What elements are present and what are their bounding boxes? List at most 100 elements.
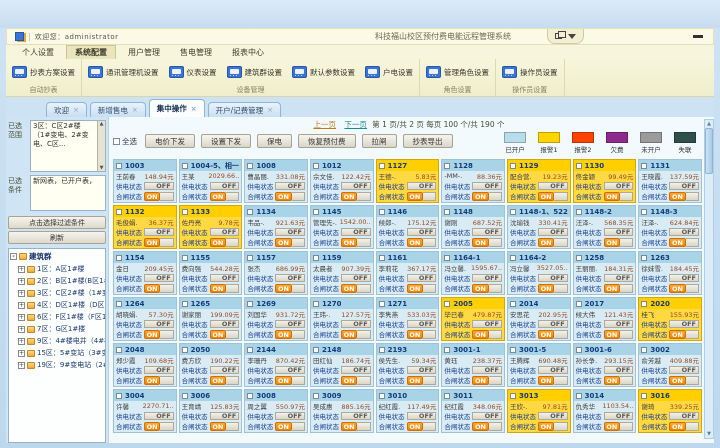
switch-on-toggle[interactable]: ON: [472, 330, 502, 339]
meter-card[interactable]: 1263徐妹雪.184.45元供电状态OFF合闸状态ON: [638, 251, 702, 295]
meter-card[interactable]: 1270王玮-.127.57元供电状态OFF合闸状态ON: [310, 297, 374, 341]
tree-node-7[interactable]: +15区：5#变站（3#变电: [18, 348, 104, 358]
on-pill[interactable]: ON: [407, 330, 423, 339]
tree-node-8[interactable]: +19区：9#变电站（2#: [18, 360, 104, 370]
switch-on-toggle[interactable]: ON: [604, 284, 634, 293]
switch-on-toggle[interactable]: ON: [144, 422, 174, 431]
meter-card[interactable]: 1130佟金颖99.49元供电状态OFF合闸状态ON: [573, 159, 637, 203]
supply-off-toggle[interactable]: OFF: [275, 412, 305, 420]
on-pill[interactable]: ON: [669, 238, 685, 247]
on-pill[interactable]: ON: [210, 422, 226, 431]
meter-card[interactable]: 3016谢琦339.25元供电状态OFF合闸状态ON: [638, 389, 702, 433]
supply-off-toggle[interactable]: OFF: [538, 320, 568, 328]
tab-close-icon[interactable]: ×: [191, 105, 197, 113]
meter-card[interactable]: 1134韦品-.921.63元供电状态OFF合闸状态ON: [244, 205, 308, 249]
tab-1[interactable]: 新增售电×: [90, 102, 146, 117]
card-checkbox[interactable]: [444, 393, 450, 399]
menu-item-4[interactable]: 报表中心: [224, 46, 272, 59]
expander-icon[interactable]: +: [18, 326, 25, 333]
meter-card[interactable]: 1133佐丹亮9.78元供电状态OFF合闸状态ON: [179, 205, 243, 249]
expander-icon[interactable]: +: [18, 266, 25, 273]
card-checkbox[interactable]: [576, 393, 582, 399]
card-checkbox[interactable]: [576, 301, 582, 307]
expander-icon[interactable]: +: [18, 278, 25, 285]
card-checkbox[interactable]: [444, 163, 450, 169]
card-checkbox[interactable]: [182, 255, 188, 261]
minimize-icon[interactable]: [693, 35, 703, 38]
switch-on-toggle[interactable]: ON: [407, 422, 437, 431]
supply-off-toggle[interactable]: OFF: [407, 182, 437, 190]
supply-off-toggle[interactable]: OFF: [275, 182, 305, 190]
switch-on-toggle[interactable]: ON: [210, 192, 240, 201]
switch-on-toggle[interactable]: ON: [210, 422, 240, 431]
meter-card[interactable]: 1164-2冯立馨3527.05..供电状态OFF合闸状态ON: [507, 251, 571, 295]
on-pill[interactable]: ON: [407, 238, 423, 247]
tab-2[interactable]: 集中操作×: [149, 99, 205, 117]
on-pill[interactable]: ON: [210, 284, 226, 293]
supply-off-toggle[interactable]: OFF: [604, 182, 634, 190]
meter-card[interactable]: 1161李莉花367.17元供电状态OFF合闸状态ON: [376, 251, 440, 295]
card-checkbox[interactable]: [116, 255, 122, 261]
switch-on-toggle[interactable]: ON: [275, 192, 305, 201]
supply-off-toggle[interactable]: OFF: [275, 274, 305, 282]
menu-item-2[interactable]: 用户管理: [120, 46, 168, 59]
supply-off-toggle[interactable]: OFF: [341, 274, 371, 282]
switch-on-toggle[interactable]: ON: [210, 238, 240, 247]
card-checkbox[interactable]: [641, 301, 647, 307]
card-checkbox[interactable]: [444, 209, 450, 215]
expander-icon[interactable]: +: [18, 302, 25, 309]
ribbon-button-1-3[interactable]: 默认参数设置: [292, 66, 355, 78]
tree-node-0[interactable]: +1区：A区1#楼: [18, 264, 104, 274]
card-checkbox[interactable]: [116, 347, 122, 353]
meter-card[interactable]: 1148-2汪泽-.568.35元供电状态OFF合闸状态ON: [573, 205, 637, 249]
card-checkbox[interactable]: [576, 347, 582, 353]
on-pill[interactable]: ON: [538, 422, 554, 431]
expander-icon[interactable]: +: [18, 338, 25, 345]
meter-card[interactable]: 1127王德-.5.83元供电状态OFF合闸状态ON: [376, 159, 440, 203]
on-pill[interactable]: ON: [604, 422, 620, 431]
on-pill[interactable]: ON: [407, 376, 423, 385]
supply-off-toggle[interactable]: OFF: [341, 228, 371, 236]
meter-card[interactable]: 2144李珊丹870.42元供电状态OFF合闸状态ON: [244, 343, 308, 387]
select-all-checkbox[interactable]: [113, 138, 120, 145]
on-pill[interactable]: ON: [604, 192, 620, 201]
refresh-button[interactable]: 刷新: [8, 231, 106, 244]
supply-off-toggle[interactable]: OFF: [144, 412, 174, 420]
tab-close-icon[interactable]: ×: [267, 106, 273, 114]
toolbar-button-5[interactable]: 抄表导出: [403, 134, 453, 148]
supply-off-toggle[interactable]: OFF: [407, 228, 437, 236]
card-checkbox[interactable]: [379, 301, 385, 307]
ribbon-button-2-0[interactable]: 管理角色设置: [426, 66, 489, 78]
switch-on-toggle[interactable]: ON: [275, 238, 305, 247]
on-pill[interactable]: ON: [604, 376, 620, 385]
meter-card[interactable]: 3001-1黄珏238.37元供电状态OFF合闸状态ON: [441, 343, 505, 387]
meter-card[interactable]: 2050费方欣190.22元供电状态OFF合闸状态ON: [179, 343, 243, 387]
card-checkbox[interactable]: [247, 209, 253, 215]
card-checkbox[interactable]: [576, 255, 582, 261]
grid-scrollbar[interactable]: ▲ ▼: [704, 119, 714, 439]
card-checkbox[interactable]: [510, 393, 516, 399]
expander-icon[interactable]: -: [10, 253, 17, 260]
switch-on-toggle[interactable]: ON: [669, 422, 699, 431]
switch-on-toggle[interactable]: ON: [604, 376, 634, 385]
meter-card[interactable]: 1159太晨者907.39元供电状态OFF合闸状态ON: [310, 251, 374, 295]
scrollbar-thumb[interactable]: [705, 128, 713, 174]
card-checkbox[interactable]: [182, 347, 188, 353]
meter-card[interactable]: 2048郑少霞109.68元供电状态OFF合闸状态ON: [113, 343, 177, 387]
supply-off-toggle[interactable]: OFF: [472, 366, 502, 374]
supply-off-toggle[interactable]: OFF: [472, 412, 502, 420]
supply-off-toggle[interactable]: OFF: [538, 412, 568, 420]
restore-icon[interactable]: [555, 33, 562, 39]
on-pill[interactable]: ON: [407, 192, 423, 201]
meter-card[interactable]: 1157张杰686.99元供电状态OFF合闸状态ON: [244, 251, 308, 295]
card-checkbox[interactable]: [379, 255, 385, 261]
on-pill[interactable]: ON: [604, 238, 620, 247]
select-all[interactable]: 全选: [113, 136, 137, 147]
switch-on-toggle[interactable]: ON: [538, 192, 568, 201]
supply-off-toggle[interactable]: OFF: [669, 366, 699, 374]
switch-on-toggle[interactable]: ON: [604, 330, 634, 339]
switch-on-toggle[interactable]: ON: [144, 330, 174, 339]
on-pill[interactable]: ON: [472, 192, 488, 201]
card-checkbox[interactable]: [116, 393, 122, 399]
switch-on-toggle[interactable]: ON: [472, 376, 502, 385]
